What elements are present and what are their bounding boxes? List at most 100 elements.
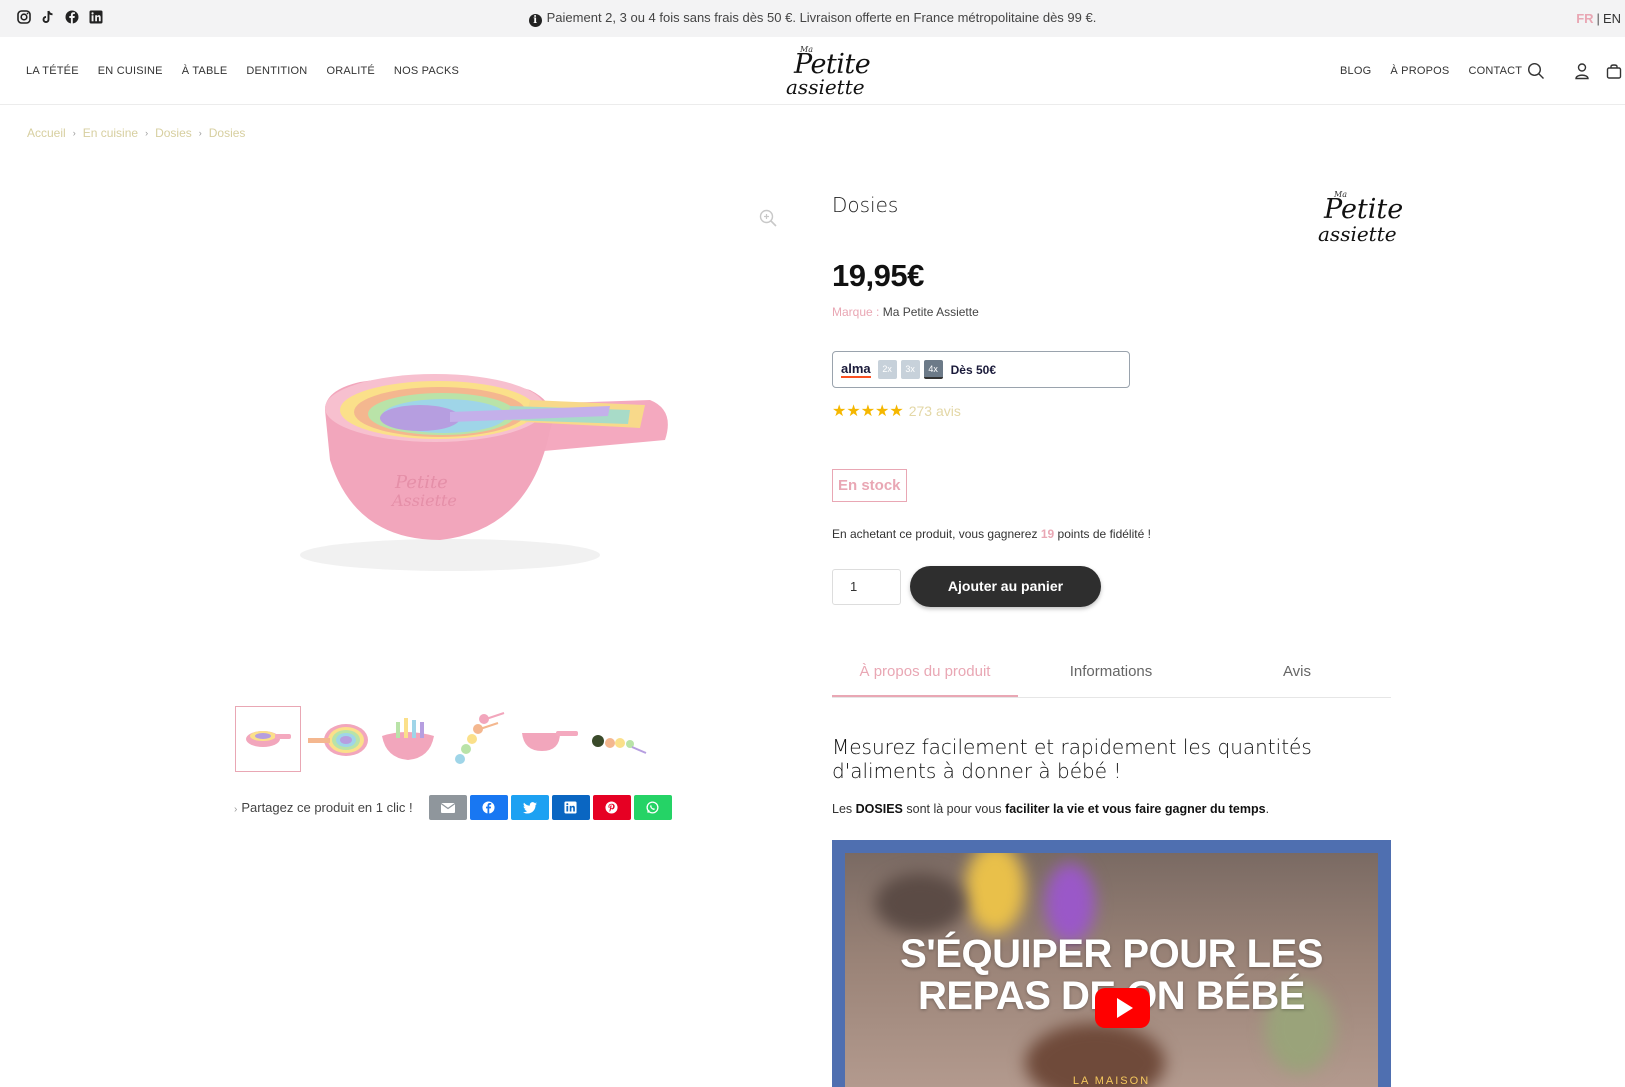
- nav-item-nos-packs[interactable]: NOS PACKS: [394, 65, 459, 77]
- video-blur-shape: [875, 873, 965, 933]
- share-twitter-button[interactable]: [510, 795, 549, 820]
- quantity-input[interactable]: 1: [832, 569, 901, 605]
- video-embed[interactable]: S'ÉQUIPER POUR LES REPAS DE ON BÉBÉ LA M…: [832, 840, 1391, 1087]
- youtube-play-icon[interactable]: [1095, 988, 1150, 1028]
- product-price: 19,95€: [832, 258, 924, 293]
- nav-item-a-propos[interactable]: À PROPOS: [1390, 65, 1449, 77]
- alma-payment-widget[interactable]: alma 2x 3x 4x Dès 50€: [832, 351, 1130, 388]
- brand-label: Marque :: [832, 305, 880, 319]
- video-subtitle: LA MAISON: [1072, 1075, 1151, 1087]
- breadcrumb-item-current: Dosies: [208, 126, 246, 140]
- info-icon: i: [528, 14, 542, 27]
- share-label-text: Partagez ce produit en 1 clic !: [241, 800, 413, 815]
- breadcrumb-item-dosies-category[interactable]: Dosies: [155, 126, 192, 140]
- pinterest-icon: [605, 801, 618, 814]
- video-title-line-1: S'ÉQUIPER POUR LES: [900, 932, 1323, 976]
- brand-logo[interactable]: Ma Petite assiette: [1318, 190, 1403, 250]
- thumbnail-6[interactable]: [585, 706, 651, 772]
- chevron-right-icon: ›: [198, 128, 202, 138]
- main-nav-right: BLOG À PROPOS CONTACT: [1340, 65, 1522, 77]
- email-icon: [440, 802, 455, 813]
- add-to-cart-button[interactable]: Ajouter au panier: [910, 566, 1101, 607]
- alma-option-3x[interactable]: 3x: [900, 360, 920, 379]
- alma-option-2x[interactable]: 2x: [877, 360, 897, 379]
- site-logo[interactable]: Ma Petite assiette: [786, 45, 871, 101]
- alma-option-4x[interactable]: 4x: [923, 360, 943, 379]
- loyalty-points-text: En achetant ce produit, vous gagnerez 19…: [832, 527, 1151, 541]
- tab-avis[interactable]: Avis: [1204, 653, 1390, 697]
- share-bar: › Partagez ce produit en 1 clic !: [234, 795, 675, 820]
- brand-logo-petite: Petite: [1324, 194, 1404, 225]
- share-pinterest-button[interactable]: [592, 795, 631, 820]
- brand-logo-assiette: assiette: [1318, 222, 1397, 246]
- promo-message: i Paiement 2, 3 ou 4 fois sans frais dès …: [0, 10, 1625, 27]
- breadcrumb-item-en-cuisine[interactable]: En cuisine: [83, 126, 138, 140]
- nav-item-la-tetee[interactable]: LA TÉTÉE: [26, 65, 79, 77]
- thumbnail-1[interactable]: [235, 706, 301, 772]
- product-rating[interactable]: ★★★★★ 273 avis: [832, 401, 961, 421]
- site-header: LA TÉTÉE EN CUISINE À TABLE DENTITION OR…: [0, 37, 1625, 105]
- desc-text-1: Les: [832, 802, 853, 816]
- desc-bold-2: faciliter la vie et vous faire gagner du…: [1005, 802, 1266, 816]
- share-whatsapp-button[interactable]: [633, 795, 672, 820]
- description-text: Les DOSIES sont là pour vous faciliter l…: [832, 802, 1269, 816]
- share-linkedin-button[interactable]: [551, 795, 590, 820]
- video-thumbnail[interactable]: S'ÉQUIPER POUR LES REPAS DE ON BÉBÉ LA M…: [845, 853, 1378, 1087]
- tab-a-propos[interactable]: À propos du produit: [832, 653, 1018, 697]
- user-icon[interactable]: [1573, 62, 1591, 80]
- brand-value[interactable]: Ma Petite Assiette: [883, 305, 979, 319]
- description-title: Mesurez facilement et rapidement les qua…: [832, 735, 1312, 783]
- thumbnail-5[interactable]: [515, 706, 581, 772]
- alma-from-text: Dès 50€: [950, 362, 997, 377]
- linkedin-icon: [564, 801, 577, 814]
- review-count[interactable]: 273 avis: [909, 403, 961, 419]
- share-email-button[interactable]: [428, 795, 467, 820]
- nav-item-contact[interactable]: CONTACT: [1468, 65, 1522, 77]
- desc-text-3: .: [1265, 802, 1270, 816]
- loyalty-text-after: points de fidélité !: [1057, 527, 1151, 541]
- product-tabs: À propos du produit Informations Avis: [832, 653, 1391, 698]
- nav-item-dentition[interactable]: DENTITION: [246, 65, 307, 77]
- whatsapp-icon: [646, 801, 659, 814]
- breadcrumb-item-accueil[interactable]: Accueil: [27, 126, 66, 140]
- lang-fr[interactable]: FR: [1576, 11, 1593, 26]
- product-brand: Marque : Ma Petite Assiette: [832, 305, 979, 319]
- promo-text: Paiement 2, 3 ou 4 fois sans frais dès 5…: [546, 10, 1097, 25]
- twitter-icon: [522, 801, 537, 813]
- chevron-right-icon: ›: [72, 128, 76, 138]
- breadcrumb: Accueil › En cuisine › Dosies › Dosies: [27, 126, 245, 140]
- svg-text:Petite: Petite: [394, 472, 448, 493]
- search-icon[interactable]: [1527, 62, 1545, 80]
- lang-en[interactable]: EN: [1603, 11, 1621, 26]
- thumbnail-2[interactable]: [305, 706, 371, 772]
- share-facebook-button[interactable]: [469, 795, 508, 820]
- desc-text-2: sont là pour vous: [906, 802, 1002, 816]
- logo-assiette: assiette: [786, 75, 865, 99]
- nav-item-en-cuisine[interactable]: EN CUISINE: [98, 65, 163, 77]
- video-blur-shape: [1045, 863, 1095, 943]
- video-blur-shape: [965, 853, 1025, 933]
- share-label: › Partagez ce produit en 1 clic !: [234, 800, 413, 815]
- facebook-icon: [482, 801, 495, 814]
- chevron-right-icon: ›: [145, 128, 149, 138]
- nav-item-a-table[interactable]: À TABLE: [182, 65, 228, 77]
- product-main-image[interactable]: Petite Assiette: [300, 350, 690, 580]
- loyalty-text-before: En achetant ce produit, vous gagnerez: [832, 527, 1038, 541]
- announcement-bar: i Paiement 2, 3 ou 4 fois sans frais dès …: [0, 0, 1625, 37]
- lang-separator: |: [1596, 11, 1600, 26]
- cart-icon[interactable]: [1605, 62, 1623, 80]
- desc-bold-1: DOSIES: [855, 802, 903, 816]
- nav-item-blog[interactable]: BLOG: [1340, 65, 1371, 77]
- thumbnail-3[interactable]: [375, 706, 441, 772]
- product-title: Dosies: [832, 193, 899, 217]
- star-rating-icon: ★★★★★: [832, 403, 904, 420]
- language-switcher: FR | EN: [1576, 11, 1621, 26]
- nav-item-oralite[interactable]: ORALITÉ: [326, 65, 374, 77]
- tab-informations[interactable]: Informations: [1018, 653, 1204, 697]
- svg-text:Assiette: Assiette: [390, 491, 457, 510]
- main-nav-left: LA TÉTÉE EN CUISINE À TABLE DENTITION OR…: [26, 65, 459, 77]
- zoom-icon[interactable]: [758, 208, 778, 228]
- stock-badge: En stock: [832, 469, 907, 502]
- thumbnail-strip: [235, 706, 651, 772]
- thumbnail-4[interactable]: [445, 706, 511, 772]
